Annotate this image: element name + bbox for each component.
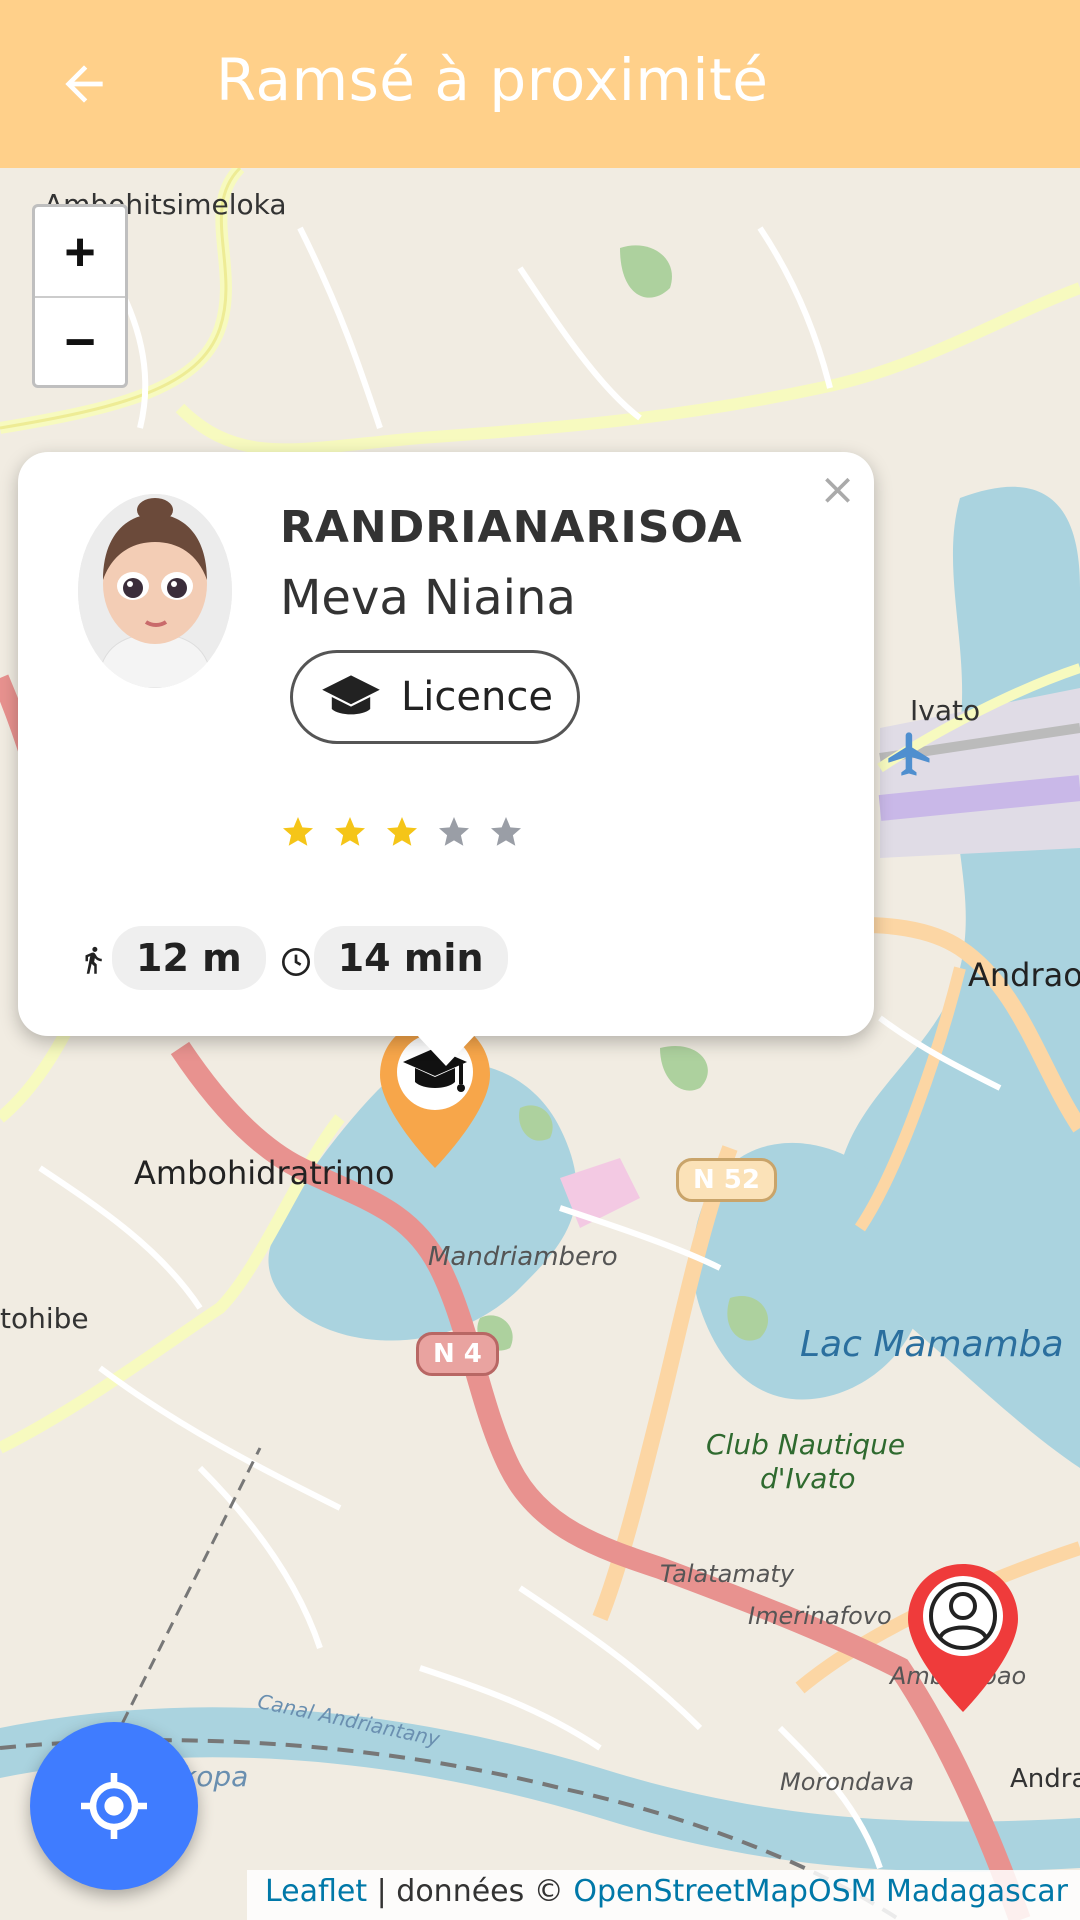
tutor-avatar-image xyxy=(78,494,232,688)
airport-icon xyxy=(888,732,930,776)
osm-madagascar-link[interactable]: OSM Madagascar xyxy=(808,1874,1068,1909)
map-label-andra: Andra xyxy=(1010,1764,1080,1794)
map-label-ambohidratrimo: Ambohidratrimo xyxy=(134,1154,395,1192)
star-filled-icon xyxy=(335,817,365,846)
map-label-imerinafovo: Imerinafovo xyxy=(748,1602,892,1630)
popup-close-button[interactable]: × xyxy=(819,464,856,515)
map-label-tohibe: tohibe xyxy=(0,1302,89,1335)
popup-pointer xyxy=(416,1034,476,1066)
star-empty-icon xyxy=(491,817,521,846)
star-filled-icon xyxy=(387,817,417,846)
map-label-morondava: Morondava xyxy=(780,1768,915,1796)
map-attribution: Leaflet | données © OpenStreetMapOSM Mad… xyxy=(246,1870,1080,1920)
map-label-lac-mamamba: Lac Mamamba xyxy=(800,1324,1064,1365)
map-label-ivato: Ivato xyxy=(910,694,981,727)
duration-value: 14 min xyxy=(313,926,508,990)
back-button[interactable] xyxy=(52,52,116,116)
star-empty-icon xyxy=(439,817,469,846)
attribution-separator: | données © xyxy=(367,1874,574,1909)
locate-me-button[interactable] xyxy=(30,1722,198,1890)
map-label-mandriambero: Mandriambero xyxy=(428,1242,618,1272)
crosshair-icon xyxy=(81,1773,147,1839)
graduation-cap-icon xyxy=(322,675,380,715)
map-label-talatamaty: Talatamaty xyxy=(660,1560,795,1588)
page-title: Ramsé à proximité xyxy=(216,46,769,114)
degree-chip: Licence xyxy=(290,650,580,744)
clock-icon xyxy=(280,938,314,978)
walking-icon xyxy=(78,938,112,978)
map-label-andraon: Andraon xyxy=(968,956,1080,994)
tutor-first-name: Meva Niaina xyxy=(280,570,576,626)
zoom-in-button[interactable]: + xyxy=(35,207,125,296)
map-label-club-nautique: Club Nautique xyxy=(706,1428,906,1461)
road-shield-n52: N 52 xyxy=(676,1158,777,1202)
distance-value: 12 m xyxy=(112,926,266,990)
zoom-out-button[interactable]: − xyxy=(35,296,125,385)
rating-stars xyxy=(280,814,524,850)
degree-label: Licence xyxy=(401,674,553,720)
tutor-last-name: RANDRIANARISOA xyxy=(280,502,743,553)
app-bar: Ramsé à proximité xyxy=(0,0,1080,168)
user-location-marker[interactable] xyxy=(904,1560,1022,1716)
arrow-left-icon xyxy=(65,65,103,103)
road-shield-n4: N 4 xyxy=(416,1332,499,1376)
zoom-control: + − xyxy=(32,204,128,388)
map-label-club-nautique-2: d'Ivato xyxy=(760,1462,856,1495)
leaflet-link[interactable]: Leaflet xyxy=(265,1874,367,1909)
tutor-info-popup: × RANDRIANARISOA Meva Niaina Licence 12 … xyxy=(18,452,874,1036)
osm-link[interactable]: OpenStreetMap xyxy=(573,1874,808,1909)
avatar xyxy=(78,494,232,688)
travel-stats: 12 m 14 min xyxy=(78,926,508,990)
star-filled-icon xyxy=(283,817,313,846)
